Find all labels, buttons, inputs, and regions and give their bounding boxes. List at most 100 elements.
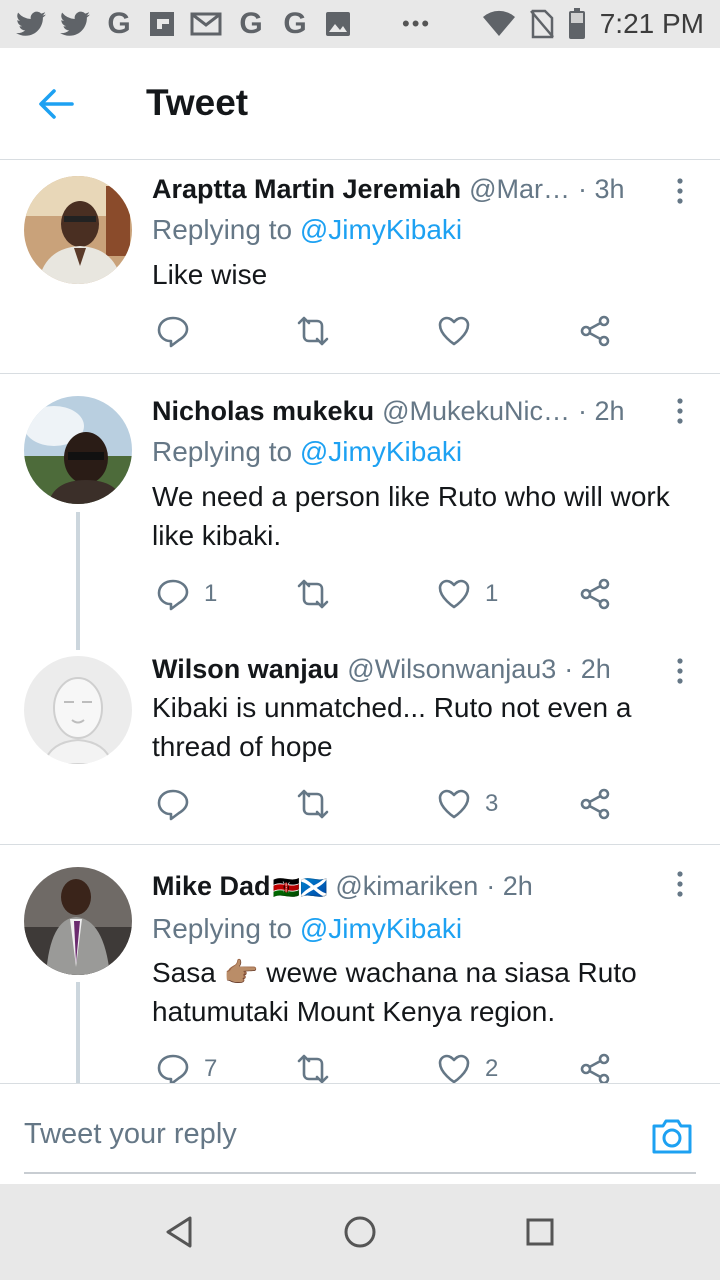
retweet-button[interactable] (296, 311, 330, 351)
replying-to: Replying to @JimyKibaki (152, 913, 463, 944)
notification-icons: G G G ••• (16, 7, 432, 40)
tweet-header: Mike Dad 🇰🇪🏴󠁧󠁢󠁳󠁣󠁴󠁿 @kimariken · 2h (152, 871, 660, 902)
tweet-time: · 2h (564, 654, 611, 684)
tweet-actions: 7 2 (152, 1049, 632, 1083)
reply-icon (157, 579, 189, 611)
more-options-icon[interactable] (668, 176, 692, 206)
app-header: Tweet (0, 48, 720, 160)
system-nav-bar (0, 1184, 720, 1280)
replying-to: Replying to @JimyKibaki (152, 436, 463, 467)
mention-link[interactable]: @JimyKibaki (300, 214, 462, 245)
retweet-button[interactable] (296, 574, 330, 614)
wifi-icon (482, 10, 515, 36)
replying-to: Replying to @JimyKibaki (152, 214, 463, 245)
author-name[interactable]: Wilson wanjau (152, 654, 339, 685)
reply-button[interactable] (156, 311, 204, 351)
tweet-actions: 3 (152, 784, 632, 824)
nav-back-icon[interactable] (162, 1214, 198, 1250)
heart-icon (438, 579, 470, 609)
battery-icon (568, 8, 585, 39)
share-icon (580, 1053, 610, 1083)
page-title: Tweet (146, 82, 249, 123)
nav-home-icon[interactable] (342, 1214, 378, 1250)
nav-recents-icon[interactable] (522, 1214, 558, 1250)
more-notifications-indicator: ••• (402, 11, 432, 36)
tweet-header: Nicholas mukeku @MukekuNic… · 2h (152, 396, 660, 427)
twitter-icon (16, 11, 46, 36)
more-options-icon[interactable] (668, 656, 692, 686)
mention-link[interactable]: @JimyKibaki (300, 913, 462, 944)
more-options-icon[interactable] (668, 396, 692, 426)
retweet-icon (297, 1054, 329, 1083)
tweet-time: · 2h (578, 396, 625, 426)
author-handle[interactable]: @Wilsonwanjau3 (347, 654, 556, 685)
like-button[interactable]: 2 (437, 1049, 498, 1083)
author-handle[interactable]: @kimariken (335, 871, 478, 902)
tweet-text: Kibaki is unmatched... Ruto not even a t… (152, 692, 632, 762)
like-button[interactable]: 3 (437, 784, 498, 824)
author-name[interactable]: Nicholas mukeku (152, 396, 374, 427)
gmail-icon (190, 12, 222, 36)
retweet-icon (297, 579, 329, 609)
heart-icon (438, 1054, 470, 1083)
tweet[interactable]: Wilson wanjau @Wilsonwanjau3 · 2h Kibaki… (0, 636, 720, 844)
reply-button[interactable] (156, 784, 204, 824)
mention-link[interactable]: @JimyKibaki (300, 436, 462, 467)
tweet-text: Like wise (152, 259, 268, 290)
share-button[interactable] (578, 1049, 612, 1083)
share-button[interactable] (578, 784, 612, 824)
reply-input[interactable]: Tweet your reply (24, 1104, 696, 1174)
camera-icon[interactable] (650, 1114, 694, 1158)
reply-count: 7 (204, 1055, 218, 1082)
reply-icon (157, 316, 189, 348)
like-count: 2 (485, 1055, 499, 1082)
tweet-actions: 1 1 (152, 574, 632, 614)
tweet-header: Araptta Martin Jeremiah @Mar… · 3h (152, 174, 660, 205)
reply-button[interactable]: 1 (156, 574, 217, 614)
avatar[interactable] (24, 867, 132, 975)
tweet-time: · 2h (486, 871, 533, 901)
flag-emojis: 🇰🇪🏴󠁧󠁢󠁳󠁣󠁴󠁿 (272, 875, 328, 900)
share-button[interactable] (578, 311, 612, 351)
reply-count: 1 (204, 580, 218, 607)
tweet-text: We need a person like Ruto who will work… (152, 481, 670, 551)
google-icon: G (239, 7, 263, 40)
share-button[interactable] (578, 574, 612, 614)
retweet-button[interactable] (296, 784, 330, 824)
share-icon (580, 788, 610, 820)
retweet-button[interactable] (296, 1049, 330, 1083)
reply-icon (157, 789, 189, 821)
like-button[interactable]: 1 (437, 574, 498, 614)
author-handle[interactable]: @MukekuNic… (382, 396, 570, 427)
twitter-icon (60, 11, 90, 36)
reply-icon (157, 1054, 189, 1083)
back-arrow-icon[interactable] (36, 84, 76, 124)
like-button[interactable] (437, 311, 485, 351)
no-sim-icon (529, 9, 554, 39)
tweet-text: Sasa 👉🏽 wewe wachana na siasa Ruto hatum… (152, 957, 637, 1027)
retweet-icon (297, 316, 329, 346)
tweet-actions (152, 311, 632, 351)
like-count: 1 (485, 580, 499, 607)
status-bar: G G G ••• 7:21 PM (0, 0, 720, 48)
reply-button[interactable]: 7 (156, 1049, 217, 1083)
author-handle[interactable]: @Mar… (469, 174, 570, 205)
share-icon (580, 315, 610, 347)
share-icon (580, 578, 610, 610)
pointing-hand-emoji: 👉🏽 (223, 957, 259, 988)
author-name[interactable]: Mike Dad (152, 871, 271, 902)
image-icon (326, 12, 350, 36)
avatar[interactable] (24, 656, 132, 764)
heart-icon (438, 316, 470, 346)
avatar[interactable] (24, 396, 132, 504)
tweet[interactable]: Nicholas mukeku @MukekuNic… · 2h Replyin… (0, 374, 720, 636)
avatar[interactable] (24, 176, 132, 284)
more-options-icon[interactable] (668, 869, 692, 899)
retweet-icon (297, 789, 329, 819)
google-icon: G (283, 7, 307, 40)
tweet[interactable]: Mike Dad 🇰🇪🏴󠁧󠁢󠁳󠁣󠁴󠁿 @kimariken · 2h Reply… (0, 845, 720, 1083)
heart-icon (438, 789, 470, 819)
reply-composer: Tweet your reply (0, 1083, 720, 1184)
tweet[interactable]: Araptta Martin Jeremiah @Mar… · 3h Reply… (0, 160, 720, 373)
author-name[interactable]: Araptta Martin Jeremiah (152, 174, 461, 205)
